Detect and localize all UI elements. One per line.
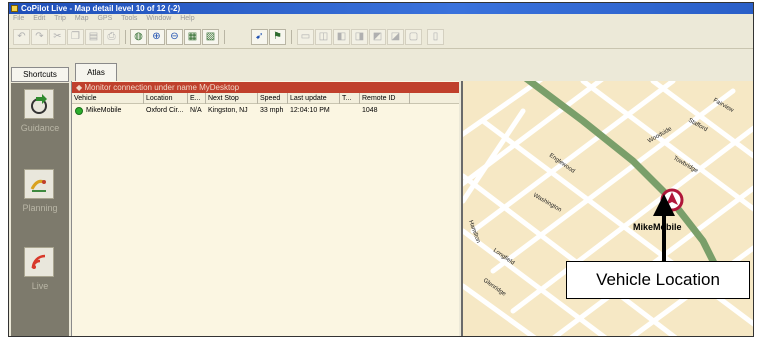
gps-icon[interactable]: ⚑ (269, 29, 286, 45)
shortcut-live[interactable]: Live (11, 247, 69, 307)
shortcut-label: Planning (22, 203, 58, 213)
toolbar-button-disabled[interactable]: ◫ (315, 29, 332, 45)
copy-icon[interactable]: ❐ (67, 29, 84, 45)
cut-icon[interactable]: ✂ (49, 29, 66, 45)
guidance-icon (24, 89, 54, 119)
menu-bar: File Edit Trip Map GPS Tools Window Help (9, 14, 753, 24)
toolbar-separator (224, 30, 225, 44)
menu-map[interactable]: Map (75, 15, 89, 22)
menu-file[interactable]: File (13, 15, 24, 22)
street-label: Glenridge (482, 278, 507, 298)
vehicle-marker-icon[interactable] (660, 188, 684, 212)
title-bar: CoPilot Live - Map detail level 10 of 12… (9, 3, 753, 14)
globe-icon[interactable]: ◍ (130, 29, 147, 45)
shortcuts-button[interactable]: Shortcuts (11, 67, 69, 82)
column-header-last-update[interactable]: Last update (288, 93, 340, 104)
street-label: Washington (532, 193, 562, 214)
street-label: Hamilton (467, 220, 481, 244)
toolbar-separator (125, 30, 126, 44)
toolbar-button-disabled[interactable]: ◧ (333, 29, 350, 45)
undo-icon[interactable]: ↶ (13, 29, 30, 45)
map-full-icon[interactable]: ▦ (184, 29, 201, 45)
cell-eta: N/A (190, 107, 202, 114)
menu-window[interactable]: Window (146, 15, 171, 22)
toolbar-button-disabled[interactable]: ◪ (387, 29, 404, 45)
toolbar: ↶ ↷ ✂ ❐ ▤ ⎙ ◍ ⊕ ⊖ ▦ ▧ ➹ ⚑ ▭ ◫ ◧ ◨ ◩ ◪ ▢ … (9, 25, 753, 49)
zoom-out-icon[interactable]: ⊖ (166, 29, 183, 45)
menu-tools[interactable]: Tools (121, 15, 137, 22)
cell-next-stop: Kingston, NJ (208, 107, 248, 114)
atlas-panel: ◆ Monitor connection under name MyDeskto… (71, 81, 459, 336)
shortcut-guidance[interactable]: Guidance (11, 89, 69, 149)
cell-last-update: 12:04:10 PM (290, 107, 330, 114)
print-icon[interactable]: ⎙ (103, 29, 120, 45)
menu-trip[interactable]: Trip (54, 15, 66, 22)
toolbar-separator (291, 30, 292, 44)
cell-speed: 33 mph (260, 107, 284, 114)
column-header-t[interactable]: T... (340, 93, 360, 104)
layers-icon[interactable]: ▭ (297, 29, 314, 45)
cell-t (340, 105, 360, 116)
status-online-icon (75, 107, 83, 115)
shortcut-planning[interactable]: Planning (11, 169, 69, 229)
column-header-remote-id[interactable]: Remote ID (360, 93, 410, 104)
column-header-vehicle[interactable]: Vehicle (72, 93, 144, 104)
shortcut-label: Guidance (20, 123, 60, 133)
app-icon (11, 5, 18, 12)
shortcut-label: Live (31, 281, 49, 291)
menu-gps[interactable]: GPS (97, 15, 112, 22)
table-row[interactable]: MikeMobile Oxford Cir... N/A Kingston, N… (72, 105, 459, 116)
toolbar-button-disabled[interactable]: ◨ (351, 29, 368, 45)
cell-vehicle: MikeMobile (86, 107, 122, 114)
window-title: CoPilot Live - Map detail level 10 of 12… (21, 4, 181, 13)
tab-atlas[interactable]: Atlas (75, 63, 117, 81)
cell-remote-id: 1048 (362, 107, 378, 114)
column-header-speed[interactable]: Speed (258, 93, 288, 104)
vehicle-map-label: MikeMobile (633, 222, 682, 232)
vehicle-location-callout: Vehicle Location (566, 261, 750, 299)
menu-help[interactable]: Help (180, 15, 194, 22)
satellite-icon[interactable]: ➹ (251, 29, 268, 45)
paste-icon[interactable]: ▤ (85, 29, 102, 45)
planning-icon (24, 169, 54, 199)
map-window-icon[interactable]: ▧ (202, 29, 219, 45)
column-header-eta[interactable]: E... (188, 93, 206, 104)
column-header-next-stop[interactable]: Next Stop (206, 93, 258, 104)
monitor-banner-text: Monitor connection under name MyDesktop (84, 83, 240, 92)
shortcuts-sidebar: Guidance Planning Live (11, 83, 69, 336)
menu-edit[interactable]: Edit (33, 15, 45, 22)
zoom-in-icon[interactable]: ⊕ (148, 29, 165, 45)
toolbar-button-disabled[interactable]: ◩ (369, 29, 386, 45)
cell-location: Oxford Cir... (146, 107, 184, 114)
monitor-banner: ◆ Monitor connection under name MyDeskto… (72, 82, 459, 93)
toolbar-button-disabled[interactable]: ▢ (405, 29, 422, 45)
redo-icon[interactable]: ↷ (31, 29, 48, 45)
column-header-location[interactable]: Location (144, 93, 188, 104)
toolbar-button-disabled[interactable]: ▯ (427, 29, 444, 45)
grid-header: Vehicle Location E... Next Stop Speed La… (72, 93, 459, 104)
live-icon (24, 247, 54, 277)
